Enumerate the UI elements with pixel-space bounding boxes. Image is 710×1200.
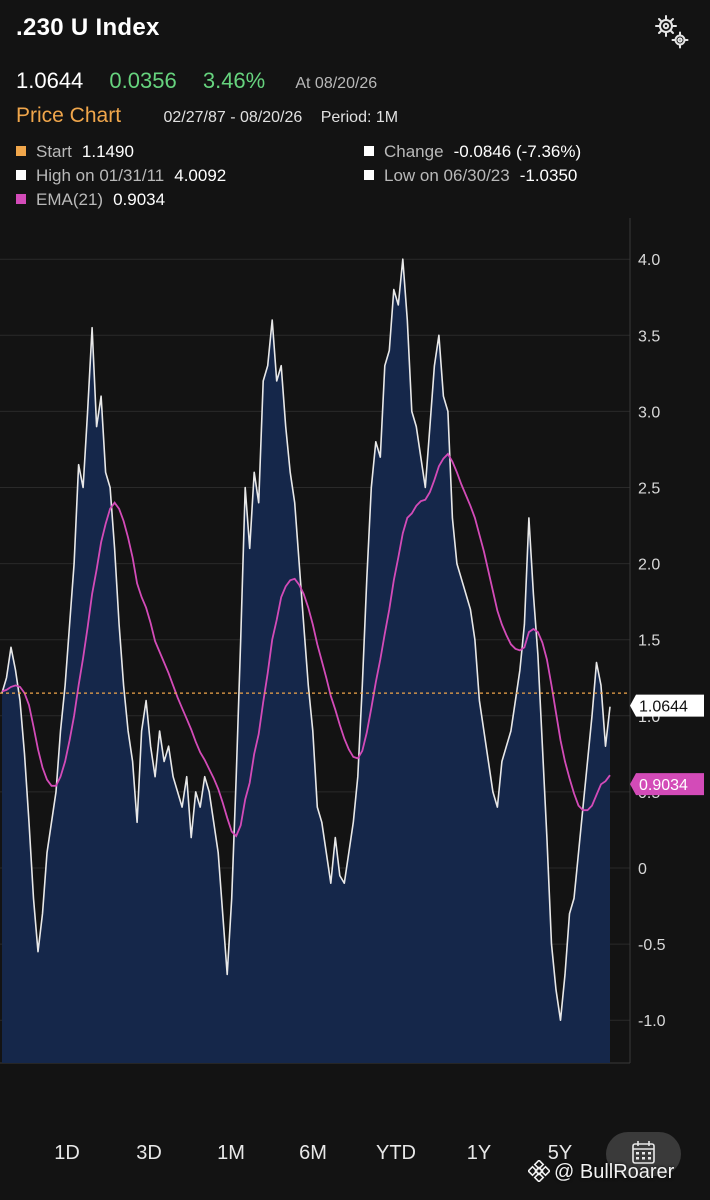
index-title: .230 U Index (16, 14, 160, 41)
watermark: @ BullRoarer (527, 1159, 675, 1184)
period-6m[interactable]: 6M (299, 1142, 327, 1165)
percent-change: 3.46% (202, 68, 266, 93)
y-tick-label: 3.5 (638, 328, 660, 345)
period-3d[interactable]: 3D (136, 1142, 162, 1165)
ema-value-tag: 0.9034 (630, 773, 704, 796)
svg-text:0.9034: 0.9034 (639, 777, 688, 794)
y-tick-label: 0 (638, 861, 647, 878)
net-change: 0.0356 (109, 68, 177, 93)
last-price-tag: 1.0644 (630, 694, 704, 717)
as-of-date: At 08/20/26 (295, 75, 378, 92)
y-tick-label: 2.0 (638, 557, 660, 574)
price-chart-header: Price Chart 02/27/87 - 08/20/26 Period: … (16, 104, 398, 128)
start-swatch (16, 146, 26, 156)
price-chart-title: Price Chart (16, 104, 122, 127)
svg-text:1.0644: 1.0644 (639, 699, 688, 716)
stat-start-value: 1.1490 (81, 142, 134, 161)
y-tick-label: 3.0 (638, 404, 660, 421)
high-swatch (16, 170, 26, 180)
stat-ema-label: EMA(21) (36, 190, 104, 209)
date-range[interactable]: 02/27/87 - 08/20/26 (163, 109, 302, 126)
stat-ema: EMA(21) 0.9034 (16, 190, 165, 210)
gears-icon[interactable] (652, 12, 692, 52)
last-price: 1.0644 (16, 68, 84, 93)
quote-row: 1.0644 0.0356 3.46% At 08/20/26 (16, 68, 397, 94)
value-tags: 1.0644 0.9034 (630, 694, 704, 796)
binance-logo (527, 1159, 551, 1183)
stat-high-value: 4.0092 (174, 166, 227, 185)
period-selector: 1D 3D 1M 6M YTD 1Y 5Y (0, 1142, 610, 1172)
stat-start-label: Start (36, 142, 72, 161)
period-1y[interactable]: 1Y (467, 1142, 491, 1165)
stat-low: Low on 06/30/23 -1.0350 (364, 166, 577, 186)
stat-ema-value: 0.9034 (113, 190, 166, 209)
y-tick-label: 2.5 (638, 481, 660, 498)
change-swatch (364, 146, 374, 156)
stat-high: High on 01/31/11 4.0092 (16, 166, 226, 186)
y-tick-label: -0.5 (638, 937, 666, 954)
stat-start: Start 1.1490 (16, 142, 134, 162)
price-chart[interactable]: 4.03.53.02.52.01.51.00.50-0.5-1.0 1.0644… (0, 218, 710, 1078)
watermark-text: @ BullRoarer (554, 1161, 675, 1183)
stat-change: Change -0.0846 (-7.36%) (364, 142, 581, 162)
period-1m[interactable]: 1M (217, 1142, 245, 1165)
y-tick-label: 1.5 (638, 633, 660, 650)
low-swatch (364, 170, 374, 180)
stat-low-label: Low on 06/30/23 (384, 166, 510, 185)
stat-low-value: -1.0350 (519, 166, 578, 185)
y-axis-ticks: 4.03.53.02.52.01.51.00.50-0.5-1.0 (638, 252, 666, 1030)
stat-change-label: Change (384, 142, 444, 161)
period-1d[interactable]: 1D (54, 1142, 80, 1165)
period-label[interactable]: Period: 1M (321, 109, 398, 126)
y-tick-label: -1.0 (638, 1013, 666, 1030)
stat-change-value: -0.0846 (-7.36%) (453, 142, 582, 161)
y-tick-label: 4.0 (638, 252, 660, 269)
period-ytd[interactable]: YTD (376, 1142, 416, 1165)
stat-high-label: High on 01/31/11 (36, 166, 165, 185)
ema-swatch (16, 194, 26, 204)
